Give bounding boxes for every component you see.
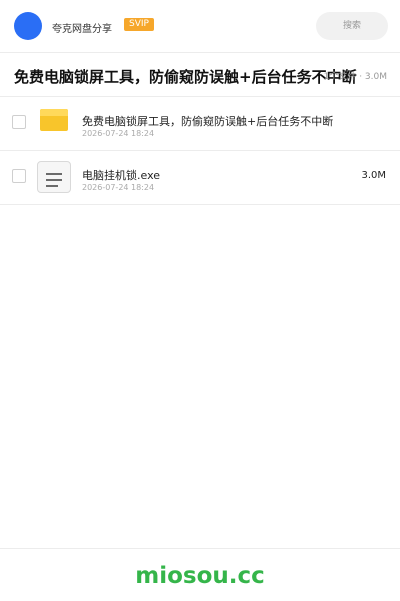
document-icon (37, 161, 71, 193)
svip-badge[interactable]: SVIP (124, 18, 154, 31)
footer-bar: miosou.cc (0, 548, 400, 601)
file-size: 3.0M (361, 170, 386, 181)
row-checkbox[interactable] (12, 169, 26, 183)
share-title: 免费电脑锁屏工具，防偷窥防误触+后台任务不中断 (14, 68, 357, 86)
app-logo-icon (14, 12, 42, 40)
brand-name: 夸克网盘分享 (52, 24, 112, 35)
folder-icon (40, 109, 68, 131)
file-date: 2026-07-24 18:24 (82, 129, 155, 138)
file-date: 2026-07-24 18:24 (82, 183, 155, 192)
search-button[interactable]: 搜索 (316, 12, 388, 40)
file-name[interactable]: 电脑挂机锁.exe (82, 167, 160, 183)
watermark-text: miosou.cc (135, 563, 265, 589)
file-row[interactable]: 电脑挂机锁.exe 2026-07-24 18:24 3.0M (0, 151, 400, 205)
row-checkbox[interactable] (12, 115, 26, 129)
share-meta: 1个文件 · 3.0M (323, 72, 387, 82)
file-row[interactable]: 免费电脑锁屏工具，防偷窥防误触+后台任务不中断 2026-07-24 18:24 (0, 97, 400, 151)
header-bar: 夸克网盘分享 SVIP 搜索 (0, 0, 400, 53)
file-name[interactable]: 免费电脑锁屏工具，防偷窥防误触+后台任务不中断 (82, 113, 333, 129)
share-title-row: 免费电脑锁屏工具，防偷窥防误触+后台任务不中断 1个文件 · 3.0M (0, 53, 400, 97)
